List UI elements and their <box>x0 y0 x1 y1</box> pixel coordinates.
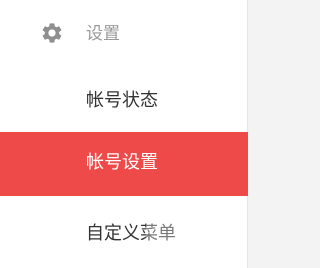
menu-item-account-status[interactable]: 帐号状态 <box>0 70 248 134</box>
menu-item-label: 帐号设置 <box>86 152 158 173</box>
watermark-overlay <box>146 223 234 268</box>
settings-section-label: 设置 <box>86 24 120 44</box>
menu-item-label: 帐号状态 <box>86 90 158 111</box>
gear-icon <box>40 21 64 45</box>
menu-item-account-settings[interactable]: 帐号设置 <box>0 132 248 196</box>
settings-section-header: 设置 <box>0 12 248 56</box>
settings-menu-panel: 设置 帐号状态 帐号设置 自定义菜单 <box>0 0 248 268</box>
